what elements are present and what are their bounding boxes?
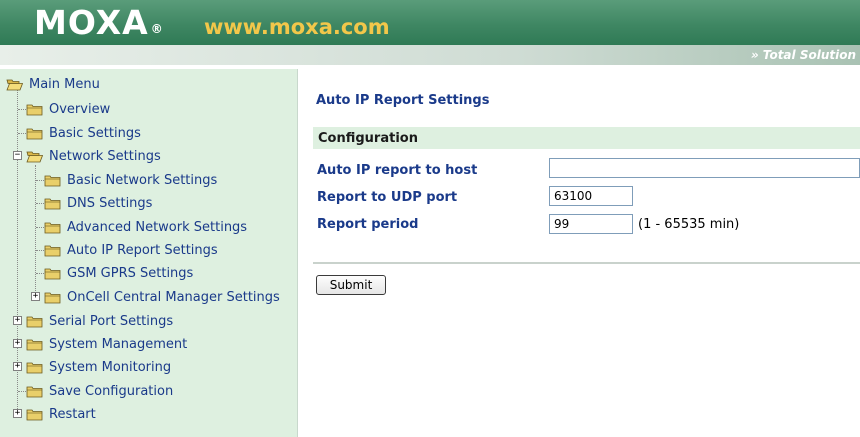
udp-port-input[interactable]: [549, 186, 633, 206]
divider: [313, 262, 860, 264]
sidebar-item-gsm-gprs-settings[interactable]: GSM GPRS Settings: [44, 263, 193, 283]
sidebar-item-serial-port-settings[interactable]: Serial Port Settings: [26, 311, 173, 331]
configuration-header: Configuration: [313, 127, 860, 149]
sidebar-item-overview[interactable]: Overview: [26, 99, 110, 119]
open-folder-icon: [6, 78, 23, 91]
configuration-table: Configuration: [313, 127, 860, 149]
expand-toggle-icon[interactable]: +: [13, 409, 22, 418]
host-label: Auto IP report to host: [317, 162, 478, 178]
folder-icon: [26, 127, 43, 140]
page-header: MOXA ® www.moxa.com » Total Solution: [0, 0, 860, 65]
folder-icon: [26, 361, 43, 374]
moxa-logo: MOXA ®: [34, 3, 164, 42]
folder-icon: [44, 197, 61, 210]
sidebar-item-dns-settings[interactable]: DNS Settings: [44, 193, 152, 213]
submit-button[interactable]: Submit: [316, 275, 386, 295]
expand-toggle-icon[interactable]: +: [13, 339, 22, 348]
sidebar-item-main-menu[interactable]: Main Menu: [6, 74, 100, 94]
expand-toggle-icon[interactable]: +: [13, 362, 22, 371]
sidebar-item-restart[interactable]: Restart: [26, 404, 96, 424]
sidebar-item-system-monitoring[interactable]: System Monitoring: [26, 357, 171, 377]
folder-icon: [26, 385, 43, 398]
sidebar-item-advanced-network-settings[interactable]: Advanced Network Settings: [44, 217, 247, 237]
expand-toggle-icon[interactable]: +: [31, 292, 40, 301]
auto-ip-host-input[interactable]: [549, 158, 860, 178]
folder-icon: [26, 315, 43, 328]
sidebar-item-basic-settings[interactable]: Basic Settings: [26, 123, 141, 143]
report-period-label: Report period: [317, 216, 419, 232]
sidebar-item-save-configuration[interactable]: Save Configuration: [26, 381, 173, 401]
folder-icon: [26, 338, 43, 351]
folder-icon: [44, 244, 61, 257]
report-period-row: Report period: [317, 213, 418, 235]
udp-port-label: Report to UDP port: [317, 189, 458, 205]
sidebar-menu: Main Menu Overview Basic Settings − Netw…: [0, 69, 298, 437]
expand-toggle-icon[interactable]: +: [13, 316, 22, 325]
report-period-input[interactable]: [549, 214, 633, 234]
open-folder-icon: [26, 150, 43, 163]
folder-icon: [26, 408, 43, 421]
folder-icon: [26, 103, 43, 116]
sidebar-item-oncell-central-manager-settings[interactable]: OnCell Central Manager Settings: [44, 287, 280, 307]
udp-port-row: Report to UDP port: [317, 186, 457, 208]
folder-icon: [44, 174, 61, 187]
tagline: » Total Solution: [750, 48, 856, 62]
folder-icon: [44, 221, 61, 234]
sidebar-item-network-settings[interactable]: Network Settings: [26, 146, 161, 166]
report-period-hint: (1 - 65535 min): [638, 217, 740, 232]
tree-line: [35, 165, 36, 299]
host-row: Auto IP report to host: [317, 159, 477, 181]
logo-url: www.moxa.com: [204, 15, 390, 39]
page-title: Auto IP Report Settings: [316, 93, 490, 108]
sidebar-item-system-management[interactable]: System Management: [26, 334, 187, 354]
sidebar-item-auto-ip-report-settings[interactable]: Auto IP Report Settings: [44, 240, 218, 260]
folder-icon: [44, 267, 61, 280]
header-strip: [0, 45, 860, 65]
folder-icon: [44, 291, 61, 304]
collapse-toggle-icon[interactable]: −: [13, 151, 22, 160]
sidebar-item-basic-network-settings[interactable]: Basic Network Settings: [44, 170, 217, 190]
